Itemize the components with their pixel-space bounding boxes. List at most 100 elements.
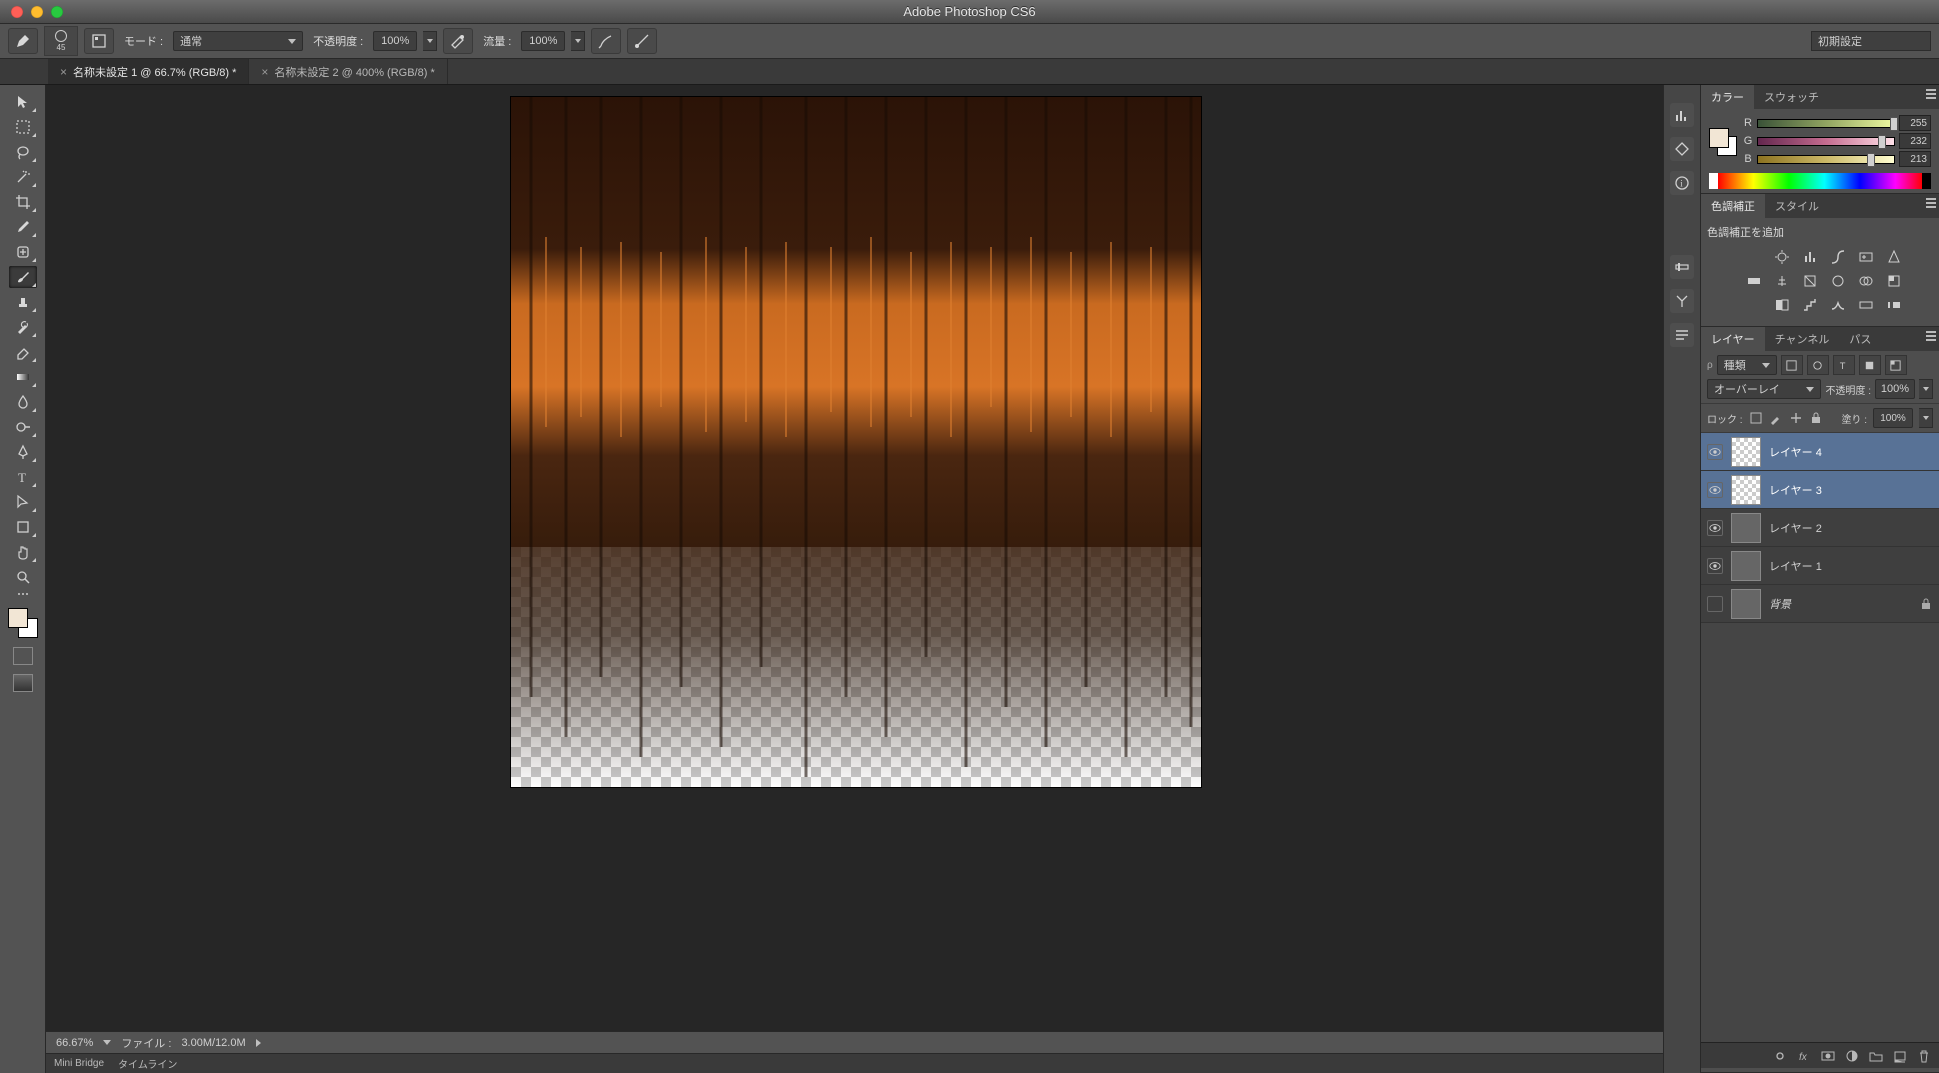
gradient-tool[interactable] (9, 366, 37, 388)
layer-thumbnail[interactable] (1731, 551, 1761, 581)
zoom-tool[interactable] (9, 566, 37, 588)
path-selection-tool[interactable] (9, 491, 37, 513)
exposure-icon[interactable] (1857, 248, 1875, 266)
edit-toolbar-button[interactable] (9, 591, 37, 597)
mini-bridge-tab[interactable]: Mini Bridge (54, 1058, 104, 1069)
character-panel-icon[interactable] (1670, 289, 1694, 313)
paths-tab[interactable]: パス (1839, 327, 1881, 351)
layer-thumbnail[interactable] (1731, 475, 1761, 505)
layer-mask-icon[interactable] (1821, 1049, 1835, 1063)
lock-position-icon[interactable] (1789, 411, 1803, 425)
magic-wand-tool[interactable] (9, 166, 37, 188)
color-lookup-icon[interactable] (1885, 272, 1903, 290)
lock-all-icon[interactable] (1809, 411, 1823, 425)
quick-mask-toggle[interactable] (13, 647, 33, 665)
layer-opacity-dropdown[interactable] (1919, 379, 1933, 399)
foreground-color-swatch[interactable] (8, 608, 28, 628)
info-panel-icon[interactable]: i (1670, 171, 1694, 195)
airbrush-toggle[interactable] (591, 28, 621, 54)
filter-pixel-icon[interactable] (1781, 355, 1803, 375)
brush-tool[interactable] (9, 266, 37, 288)
pressure-opacity-toggle[interactable] (443, 28, 473, 54)
new-fill-adjustment-icon[interactable] (1845, 1049, 1859, 1063)
clone-stamp-tool[interactable] (9, 291, 37, 313)
layer-name[interactable]: レイヤー 1 (1769, 558, 1933, 574)
delete-layer-icon[interactable] (1917, 1049, 1931, 1063)
paragraph-panel-icon[interactable] (1670, 323, 1694, 347)
layer-visibility-toggle[interactable] (1707, 558, 1723, 574)
adjustments-tab[interactable]: 色調補正 (1701, 194, 1765, 218)
timeline-tab[interactable]: タイムライン (118, 1056, 177, 1071)
shape-tool[interactable] (9, 516, 37, 538)
gradient-map-icon[interactable] (1857, 296, 1875, 314)
eraser-tool[interactable] (9, 341, 37, 363)
pressure-size-toggle[interactable] (627, 28, 657, 54)
red-value[interactable]: 255 (1899, 115, 1931, 131)
selective-color-icon[interactable] (1885, 296, 1903, 314)
layer-name[interactable]: レイヤー 3 (1769, 482, 1933, 498)
brush-panel-toggle[interactable] (84, 28, 114, 54)
adjustments-panel-icon[interactable] (1670, 255, 1694, 279)
zoom-value[interactable]: 66.67% (56, 1037, 93, 1049)
screen-mode-toggle[interactable] (13, 674, 33, 692)
channel-mixer-icon[interactable] (1857, 272, 1875, 290)
layer-row[interactable]: レイヤー 2 (1701, 509, 1939, 547)
layer-row[interactable]: レイヤー 4 (1701, 433, 1939, 471)
green-slider[interactable] (1757, 137, 1895, 146)
fill-dropdown[interactable] (1919, 408, 1933, 428)
type-tool[interactable]: T (9, 466, 37, 488)
posterize-icon[interactable] (1801, 296, 1819, 314)
layer-visibility-toggle[interactable] (1707, 482, 1723, 498)
layer-row[interactable]: レイヤー 3 (1701, 471, 1939, 509)
levels-icon[interactable] (1801, 248, 1819, 266)
filter-shape-icon[interactable] (1859, 355, 1881, 375)
blend-mode-select[interactable]: 通常 (173, 31, 303, 51)
close-tab-icon[interactable]: × (60, 65, 67, 79)
zoom-dropdown-icon[interactable] (103, 1040, 111, 1045)
green-value[interactable]: 232 (1899, 133, 1931, 149)
brightness-contrast-icon[interactable] (1773, 248, 1791, 266)
layer-thumbnail[interactable] (1731, 513, 1761, 543)
fill-field[interactable]: 100% (1873, 408, 1913, 428)
color-panel-swatches[interactable] (1709, 128, 1737, 156)
layer-visibility-toggle[interactable] (1707, 520, 1723, 536)
close-tab-icon[interactable]: × (261, 65, 268, 79)
document-tab-1[interactable]: ×名称未設定 1 @ 66.7% (RGB/8) * (48, 59, 249, 84)
layer-name[interactable]: 背景 (1769, 596, 1911, 612)
opacity-field[interactable]: 100% (373, 31, 417, 51)
pen-tool[interactable] (9, 441, 37, 463)
move-tool[interactable] (9, 91, 37, 113)
vibrance-icon[interactable] (1885, 248, 1903, 266)
navigator-panel-icon[interactable] (1670, 137, 1694, 161)
eyedropper-tool[interactable] (9, 216, 37, 238)
layer-visibility-toggle[interactable] (1707, 596, 1723, 612)
filter-smart-icon[interactable] (1885, 355, 1907, 375)
threshold-icon[interactable] (1829, 296, 1847, 314)
curves-icon[interactable] (1829, 248, 1847, 266)
histogram-panel-icon[interactable] (1670, 103, 1694, 127)
layer-thumbnail[interactable] (1731, 589, 1761, 619)
layer-name[interactable]: レイヤー 2 (1769, 520, 1933, 536)
new-group-icon[interactable] (1869, 1049, 1883, 1063)
black-white-icon[interactable] (1801, 272, 1819, 290)
filter-type-icon[interactable]: T (1833, 355, 1855, 375)
opacity-dropdown[interactable] (423, 31, 437, 51)
layers-tab[interactable]: レイヤー (1701, 327, 1765, 351)
photo-filter-icon[interactable] (1829, 272, 1847, 290)
color-spectrum[interactable] (1709, 173, 1931, 189)
flow-dropdown[interactable] (571, 31, 585, 51)
styles-tab[interactable]: スタイル (1765, 194, 1829, 218)
document-tab-2[interactable]: ×名称未設定 2 @ 400% (RGB/8) * (249, 59, 447, 84)
workspace-select[interactable]: 初期設定 (1811, 31, 1931, 51)
marquee-tool[interactable] (9, 116, 37, 138)
layer-row[interactable]: レイヤー 1 (1701, 547, 1939, 585)
crop-tool[interactable] (9, 191, 37, 213)
panel-menu-icon[interactable] (1920, 89, 1936, 103)
layer-visibility-toggle[interactable] (1707, 444, 1723, 460)
link-layers-icon[interactable] (1773, 1049, 1787, 1063)
panel-menu-icon[interactable] (1920, 331, 1936, 345)
color-swatches[interactable] (8, 608, 38, 638)
status-info-arrow-icon[interactable] (256, 1039, 261, 1047)
hand-tool[interactable] (9, 541, 37, 563)
history-brush-tool[interactable] (9, 316, 37, 338)
